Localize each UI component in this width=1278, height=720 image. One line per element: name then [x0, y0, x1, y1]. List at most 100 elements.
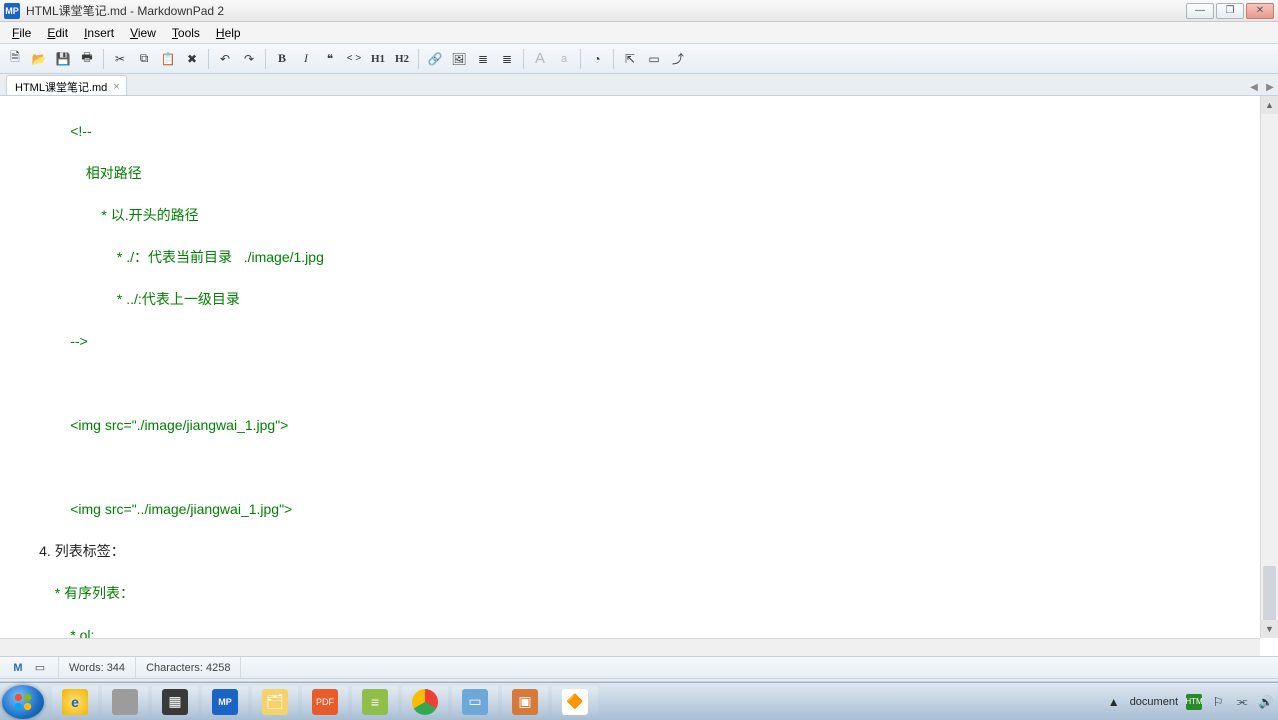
task-app-2[interactable]: ▦: [152, 686, 198, 718]
separator: [103, 49, 104, 69]
new-button[interactable]: 🗎: [4, 48, 26, 70]
undo-button[interactable]: ↶: [214, 48, 236, 70]
editor[interactable]: <!-- 相对路径 * 以.开头的路径 * ./：代表当前目录 ./image/…: [0, 96, 1260, 638]
window-title: HTML课堂笔记.md - MarkdownPad 2: [26, 2, 1186, 19]
italic-button[interactable]: I: [295, 48, 317, 70]
tray-flag-icon[interactable]: ⚐: [1210, 694, 1226, 710]
code-line: <!--: [8, 121, 1252, 142]
task-vlc[interactable]: 🔶: [552, 686, 598, 718]
task-markdownpad[interactable]: MP: [202, 686, 248, 718]
tray-network-icon[interactable]: ⫘: [1234, 694, 1250, 710]
statusbar: M ▭ Words: 344 Characters: 4258: [0, 656, 1278, 678]
status-chars: Characters: 4258: [136, 657, 241, 678]
tray-text-document: document: [1130, 696, 1178, 708]
separator: [523, 49, 524, 69]
redo-button[interactable]: ↷: [238, 48, 260, 70]
system-tray: ▲ document HTM ⚐ ⫘ 🔊: [1106, 683, 1274, 720]
code-line: -->: [8, 331, 1252, 352]
toolbar: 🗎 📂 💾 🖶 ✂ ⧉ 📋 ✖ ↶ ↷ B I ❝ < > H1 H2 🔗 🖼 …: [0, 44, 1278, 74]
task-app-3[interactable]: ≡: [352, 686, 398, 718]
open-button[interactable]: 📂: [28, 48, 50, 70]
tray-volume-icon[interactable]: 🔊: [1258, 694, 1274, 710]
separator: [613, 49, 614, 69]
code-line: * ./：代表当前目录 ./image/1.jpg: [8, 247, 1252, 268]
tab-nav-right[interactable]: ▶: [1262, 79, 1278, 95]
copy-button[interactable]: ⧉: [133, 48, 155, 70]
status-mode[interactable]: M ▭: [0, 657, 59, 678]
task-app-5[interactable]: ▣: [502, 686, 548, 718]
horizontal-scrollbar[interactable]: [0, 638, 1260, 656]
tool-button-1[interactable]: ⇱: [619, 48, 641, 70]
menubar: File Edit Insert View Tools Help: [0, 22, 1278, 44]
code-button[interactable]: < >: [343, 48, 365, 70]
font-small-button[interactable]: a: [553, 48, 575, 70]
tabbar: HTML课堂笔记.md × ◀ ▶: [0, 74, 1278, 96]
quote-button[interactable]: ❝: [319, 48, 341, 70]
separator: [208, 49, 209, 69]
delete-button[interactable]: ✖: [181, 48, 203, 70]
menu-edit[interactable]: Edit: [39, 24, 76, 42]
tool-button-3[interactable]: ⤴: [667, 48, 689, 70]
code-line: * ../:代表上一级目录: [8, 289, 1252, 310]
menu-tools[interactable]: Tools: [164, 24, 208, 42]
timestamp-button[interactable]: ◔: [586, 48, 608, 70]
menu-file[interactable]: File: [4, 24, 39, 42]
tab-nav-left[interactable]: ◀: [1246, 79, 1262, 95]
link-button[interactable]: 🔗: [424, 48, 446, 70]
task-explorer[interactable]: 🗂: [252, 686, 298, 718]
code-line: 相对路径: [8, 163, 1252, 184]
scroll-thumb[interactable]: [1263, 566, 1276, 626]
ol-button[interactable]: ≣: [496, 48, 518, 70]
vertical-scrollbar[interactable]: ▲ ▼: [1260, 96, 1278, 638]
task-app-1[interactable]: [102, 686, 148, 718]
menu-view[interactable]: View: [122, 24, 164, 42]
bold-button[interactable]: B: [271, 48, 293, 70]
code-line: [8, 373, 1252, 394]
maximize-button[interactable]: ❐: [1216, 3, 1244, 19]
tool-button-2[interactable]: ▭: [643, 48, 665, 70]
h1-button[interactable]: H1: [367, 48, 389, 70]
code-line: * 有序列表：: [8, 583, 1252, 604]
image-button[interactable]: 🖼: [448, 48, 470, 70]
print-button[interactable]: 🖶: [76, 48, 98, 70]
status-words: Words: 344: [59, 657, 136, 678]
start-button[interactable]: [2, 685, 44, 719]
code-line: * 以.开头的路径: [8, 205, 1252, 226]
task-ie[interactable]: e: [52, 686, 98, 718]
task-pdf[interactable]: PDF: [302, 686, 348, 718]
code-line: <img src="./image/jiangwai_1.jpg">: [8, 415, 1252, 436]
code-line: 4. 列表标签：: [8, 541, 1252, 562]
task-app-4[interactable]: ▭: [452, 686, 498, 718]
tray-arrow-icon[interactable]: ▲: [1106, 694, 1122, 710]
cut-button[interactable]: ✂: [109, 48, 131, 70]
paste-button[interactable]: 📋: [157, 48, 179, 70]
tray-htm-icon[interactable]: HTM: [1186, 694, 1202, 710]
tab-label: HTML课堂笔记.md: [15, 79, 107, 95]
markdown-icon: M: [10, 660, 26, 676]
scroll-down-icon[interactable]: ▼: [1261, 620, 1278, 638]
task-chrome[interactable]: [402, 686, 448, 718]
tab-close-icon[interactable]: ×: [113, 81, 119, 93]
windows-icon: [12, 691, 34, 713]
menu-help[interactable]: Help: [208, 24, 249, 42]
separator: [418, 49, 419, 69]
titlebar: MP HTML课堂笔记.md - MarkdownPad 2 — ❐ ✕: [0, 0, 1278, 22]
code-line: * ol:: [8, 625, 1252, 638]
code-line: [8, 457, 1252, 478]
menu-insert[interactable]: Insert: [76, 24, 122, 42]
separator: [580, 49, 581, 69]
separator: [265, 49, 266, 69]
app-icon: MP: [4, 3, 20, 19]
close-button[interactable]: ✕: [1246, 3, 1274, 19]
h2-button[interactable]: H2: [391, 48, 413, 70]
taskbar: e ▦ MP 🗂 PDF ≡ ▭ ▣ 🔶 ▲ document HTM ⚐ ⫘ …: [0, 682, 1278, 720]
editor-wrap: <!-- 相对路径 * 以.开头的路径 * ./：代表当前目录 ./image/…: [0, 96, 1278, 656]
scroll-up-icon[interactable]: ▲: [1261, 96, 1278, 114]
book-icon: ▭: [32, 660, 48, 676]
minimize-button[interactable]: —: [1186, 3, 1214, 19]
font-big-button[interactable]: A: [529, 48, 551, 70]
tab-active[interactable]: HTML课堂笔记.md ×: [6, 75, 127, 95]
ul-button[interactable]: ≣: [472, 48, 494, 70]
code-line: <img src="../image/jiangwai_1.jpg">: [8, 499, 1252, 520]
save-button[interactable]: 💾: [52, 48, 74, 70]
